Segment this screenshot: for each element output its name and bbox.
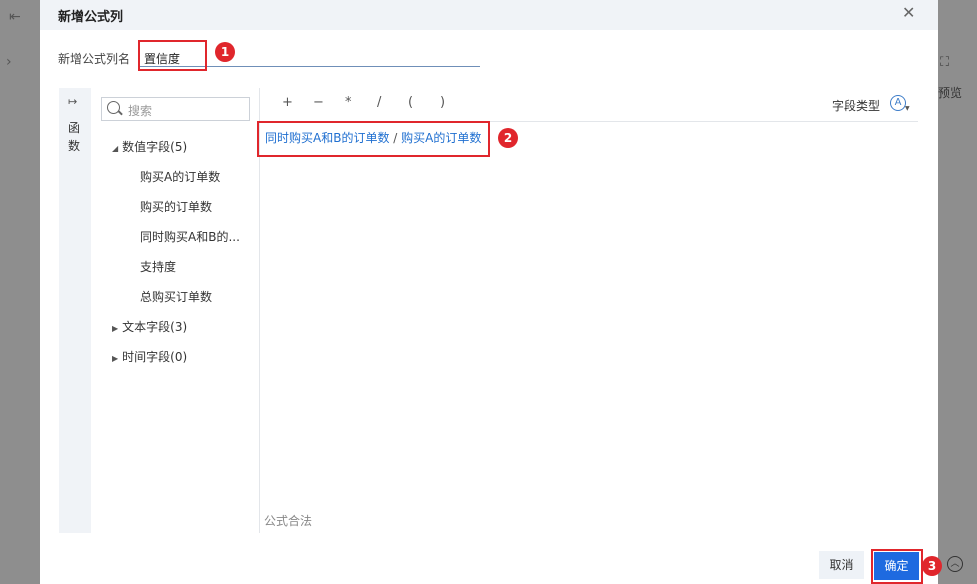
divide-operator-button[interactable]: / bbox=[377, 95, 381, 110]
exit-icon: ⇤ bbox=[9, 9, 21, 25]
left-paren-button[interactable]: ( bbox=[408, 95, 413, 110]
close-icon[interactable]: ✕ bbox=[902, 3, 915, 22]
tree-group-label: 文本字段(3) bbox=[122, 320, 188, 334]
field-type-label: 字段类型 bbox=[832, 99, 881, 113]
tree-field-item[interactable]: 支持度 bbox=[140, 258, 176, 275]
tree-group-numeric[interactable]: ◢ 数值字段(5) bbox=[112, 138, 187, 155]
background-left-panel: ⇤ › bbox=[0, 0, 40, 584]
tree-group-label: 数值字段(5) bbox=[122, 140, 188, 154]
expand-arrow-icon: ↦ bbox=[68, 95, 78, 108]
caret-right-icon: ▶ bbox=[112, 324, 119, 333]
field-tree: 搜索 ◢ 数值字段(5) 购买A的订单数 购买的订单数 同时购买A和B的... 支… bbox=[91, 88, 260, 533]
callout-box-1 bbox=[138, 40, 207, 71]
field-type-dropdown-icon[interactable]: ▼ bbox=[905, 105, 910, 112]
function-panel-toggle[interactable]: ↦ 函数 bbox=[59, 88, 91, 533]
search-icon bbox=[107, 101, 120, 114]
formula-status: 公式合法 bbox=[264, 514, 313, 528]
formula-dialog: 新增公式列 ✕ 新增公式列名 置信度 1 ↦ 函数 搜索 ◢ 数值字段(5) 购买… bbox=[40, 0, 942, 584]
callout-badge-3: 3 bbox=[922, 556, 942, 576]
tree-group-text[interactable]: ▶ 文本字段(3) bbox=[112, 318, 187, 335]
chevron-up-icon[interactable]: ︿ bbox=[947, 556, 963, 572]
tree-field-item[interactable]: 购买A的订单数 bbox=[140, 168, 220, 185]
tree-field-item[interactable]: 购买的订单数 bbox=[140, 198, 212, 215]
caret-down-icon: ◢ bbox=[112, 144, 119, 153]
preview-label: 预览 bbox=[938, 86, 963, 100]
plus-operator-button[interactable]: + bbox=[282, 95, 293, 110]
column-name-label: 新增公式列名 bbox=[58, 52, 131, 66]
search-placeholder: 搜索 bbox=[128, 104, 153, 118]
operator-toolbar: + − * / ( ) 字段类型 A ▼ bbox=[260, 88, 918, 122]
field-type-a-icon[interactable]: A bbox=[890, 95, 906, 111]
tree-group-label: 时间字段(0) bbox=[122, 350, 188, 364]
right-paren-button[interactable]: ) bbox=[440, 95, 445, 110]
multiply-operator-button[interactable]: * bbox=[345, 95, 352, 110]
expand-icon: ⛶ bbox=[940, 55, 950, 70]
background-right-panel: ⛶ 预览 ︿ bbox=[938, 0, 977, 584]
tree-field-item[interactable]: 同时购买A和B的... bbox=[140, 228, 240, 245]
function-tab-label: 函数 bbox=[68, 121, 81, 153]
caret-right-icon: ▶ bbox=[112, 354, 119, 363]
callout-badge-2: 2 bbox=[498, 128, 518, 148]
dialog-title: 新增公式列 bbox=[58, 10, 124, 25]
minus-operator-button[interactable]: − bbox=[313, 95, 324, 110]
field-search-input[interactable]: 搜索 bbox=[101, 97, 250, 121]
tree-group-time[interactable]: ▶ 时间字段(0) bbox=[112, 348, 187, 365]
chevron-right-icon: › bbox=[6, 54, 12, 70]
tree-field-item[interactable]: 总购买订单数 bbox=[140, 288, 212, 305]
callout-badge-1: 1 bbox=[215, 42, 235, 62]
cancel-button[interactable]: 取消 bbox=[819, 551, 864, 579]
callout-box-2 bbox=[257, 121, 490, 157]
dialog-header: 新增公式列 ✕ bbox=[40, 0, 938, 30]
callout-box-3 bbox=[871, 549, 923, 584]
